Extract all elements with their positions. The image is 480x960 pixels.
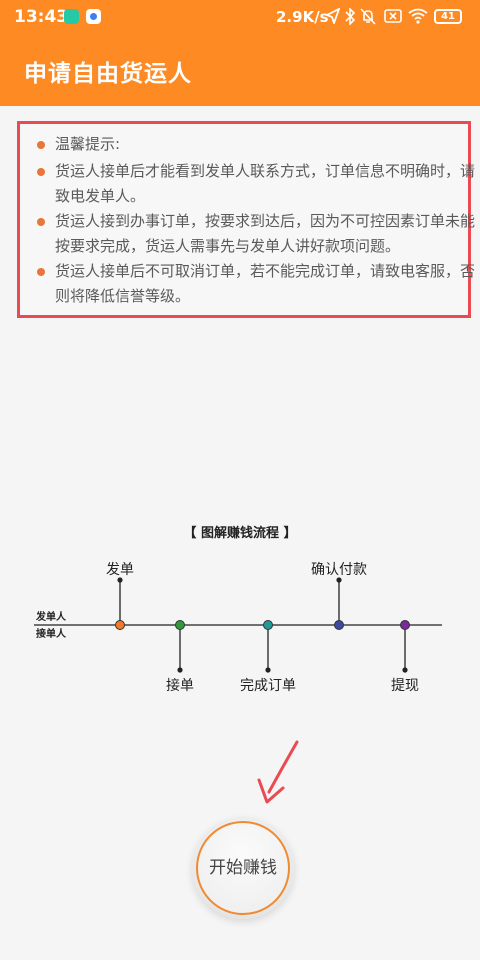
battery-icon: 41 [434, 9, 462, 24]
flow-step: 确认付款 [311, 562, 367, 630]
flow-step-label: 接单 [166, 677, 194, 694]
flow-step-node [334, 620, 344, 630]
earning-flow-diagram: 发单人 接单人 发单接单 完成订单 确认付款提现 [34, 562, 442, 694]
flow-step-tip [402, 667, 408, 673]
flow-step-tip [117, 577, 123, 583]
row-label-receiver: 接单人 [36, 627, 67, 640]
flow-step: 发单 [106, 562, 134, 630]
bullet-dot [37, 168, 45, 176]
start-earning-button[interactable]: 开始赚钱 [192, 817, 294, 919]
bullet-dot [37, 268, 45, 276]
flow-step: 接单 [166, 620, 194, 694]
flow-step-node [263, 620, 273, 630]
flow-step-node [400, 620, 410, 630]
flow-step: 提现 [391, 620, 419, 694]
notice-line: 货运人接到办事订单，按要求到达后，因为不可控因素订单未能 [55, 212, 476, 230]
notice-line: 温馨提示: [55, 135, 121, 153]
wifi-icon [408, 8, 428, 24]
sim-off-icon [384, 9, 402, 23]
start-button-label: 开始赚钱 [209, 858, 277, 878]
flow-step-label: 发单 [106, 562, 134, 578]
flow-step-label: 提现 [391, 678, 419, 694]
app-header: 申请自由货运人 [0, 34, 480, 106]
bullet-dot [37, 218, 45, 226]
diagram-title: 【 图解赚钱流程 】 [183, 526, 297, 541]
flow-step-label: 确认付款 [311, 562, 367, 578]
page-title: 申请自由货运人 [24, 61, 192, 87]
browser-notification-icon [86, 9, 101, 24]
notice-line: 货运人接单后不可取消订单，若不能完成订单，请致电客服，否 [55, 262, 476, 280]
notice-line: 货运人接单后才能看到发单人联系方式，订单信息不明确时，请 [55, 162, 476, 180]
pointer-arrow-icon [257, 740, 299, 804]
row-label-sender: 发单人 [35, 610, 67, 623]
flow-step-tip [336, 577, 342, 583]
flow-step-label: 完成订单 [240, 678, 296, 694]
bullet-dot [37, 141, 45, 149]
bluetooth-icon [345, 8, 356, 25]
location-icon [326, 8, 340, 24]
flow-step-node [115, 620, 125, 630]
flow-step-tip [177, 667, 183, 673]
network-speed: 2.9K/s [276, 8, 329, 26]
app-notification-icon [64, 9, 79, 24]
mute-bell-icon [360, 8, 376, 25]
status-bar: 13:43 2.9K/s 41 [0, 0, 480, 34]
notice-line: 致电发单人。 [55, 187, 146, 205]
tips-notice: 温馨提示: 货运人接单后才能看到发单人联系方式，订单信息不明确时，请 致电发单人… [17, 121, 475, 318]
notice-line: 按要求完成，货运人需事先与发单人讲好款项问题。 [55, 237, 401, 255]
flow-step-node [175, 620, 185, 630]
flow-step: 完成订单 [240, 620, 296, 694]
notice-line: 则将降低信誉等级。 [55, 287, 191, 305]
status-time: 13:43 [14, 7, 69, 27]
flow-step-tip [265, 667, 271, 673]
